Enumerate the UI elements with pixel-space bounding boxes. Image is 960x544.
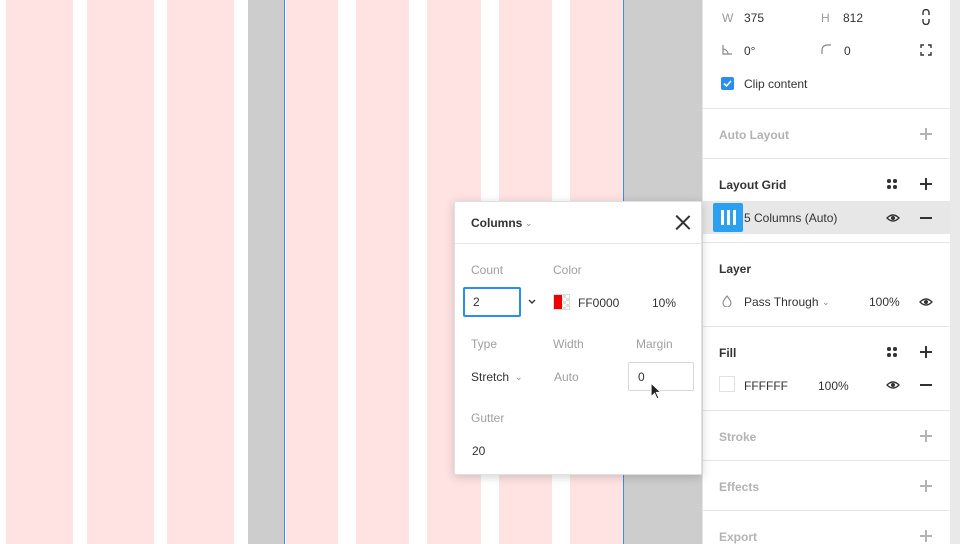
- fill-opacity-input[interactable]: 100%: [818, 379, 849, 393]
- remove-fill-minus-icon[interactable]: [920, 384, 932, 386]
- add-layout-grid-plus-icon[interactable]: [920, 178, 932, 190]
- corner-radius-icon: [821, 44, 831, 54]
- blend-mode-select[interactable]: Pass Through: [744, 295, 819, 309]
- independent-corners-icon[interactable]: [920, 44, 932, 56]
- width-label: Width: [553, 337, 584, 351]
- stroke-section: Stroke: [703, 411, 951, 461]
- count-input[interactable]: [463, 287, 521, 317]
- width-input[interactable]: 375: [744, 11, 764, 25]
- blend-mode-chevron-down-icon[interactable]: ⌄: [822, 297, 830, 308]
- grid-settings-popup: Columns ⌄ Count Color FF0000 10% Type Wi…: [454, 201, 702, 475]
- width-input[interactable]: Auto: [554, 370, 579, 384]
- fill-visibility-eye-icon[interactable]: [886, 380, 900, 390]
- fill-color-swatch[interactable]: [719, 376, 735, 392]
- layout-grid-title: Layout Grid: [719, 178, 787, 192]
- auto-layout-section: Auto Layout: [703, 109, 951, 159]
- corner-radius-input[interactable]: 0: [844, 44, 851, 58]
- add-auto-layout-plus-icon[interactable]: [920, 128, 932, 140]
- gutter-label: Gutter: [471, 411, 505, 425]
- effects-title: Effects: [719, 480, 760, 494]
- fill-title: Fill: [719, 346, 737, 360]
- clip-content-checkbox[interactable]: [721, 77, 734, 90]
- grid-color-hex-input[interactable]: FF0000: [578, 296, 619, 310]
- layer-title: Layer: [719, 262, 752, 276]
- pointer-cursor-icon: [650, 382, 663, 400]
- height-label: H: [821, 11, 830, 25]
- close-icon[interactable]: [675, 215, 691, 231]
- fill-hex-input[interactable]: FFFFFF: [744, 379, 788, 393]
- link-proportions-icon[interactable]: [921, 9, 931, 25]
- grid-color-opacity-input[interactable]: 10%: [652, 296, 676, 310]
- layer-section: Layer Pass Through ⌄ 100%: [703, 243, 951, 327]
- layer-opacity-input[interactable]: 100%: [869, 295, 900, 309]
- layout-grid-columns-icon[interactable]: [713, 203, 743, 232]
- layer-visibility-eye-icon[interactable]: [919, 297, 933, 307]
- type-select[interactable]: Stretch: [471, 370, 509, 384]
- grid-color-swatch[interactable]: [553, 294, 570, 310]
- frame-section: W 375 H 812 0° 0 Clip content: [703, 0, 951, 109]
- popup-header: Columns ⌄: [455, 202, 701, 244]
- height-input[interactable]: 812: [843, 11, 863, 25]
- type-chevron-down-icon[interactable]: ⌄: [515, 372, 523, 383]
- layout-grid-visibility-eye-icon[interactable]: [886, 213, 900, 223]
- type-label: Type: [471, 337, 498, 351]
- rotation-icon: [722, 45, 732, 55]
- grid-styles-dots-icon[interactable]: [887, 179, 899, 191]
- grid-type-select[interactable]: Columns: [471, 216, 522, 230]
- properties-panel: W 375 H 812 0° 0 Clip content Auto Layou…: [702, 0, 951, 544]
- export-section: Export: [703, 511, 951, 544]
- blend-mode-drop-icon: [722, 295, 732, 307]
- grid-column: [87, 0, 154, 544]
- fill-styles-dots-icon[interactable]: [887, 347, 899, 359]
- add-export-plus-icon[interactable]: [920, 530, 932, 542]
- add-effect-plus-icon[interactable]: [920, 480, 932, 492]
- panel-scrollbar-track[interactable]: [950, 0, 960, 544]
- checkbox-checked-icon: [723, 80, 732, 88]
- grid-type-chevron-down-icon[interactable]: ⌄: [525, 218, 533, 229]
- margin-label: Margin: [636, 337, 673, 351]
- fill-section: Fill FFFFFF 100%: [703, 327, 951, 411]
- add-stroke-plus-icon[interactable]: [920, 430, 932, 442]
- effects-section: Effects: [703, 461, 951, 511]
- gutter-input[interactable]: 20: [472, 444, 485, 458]
- stroke-title: Stroke: [719, 430, 757, 444]
- color-label: Color: [553, 263, 582, 277]
- layout-grid-item-label[interactable]: 5 Columns (Auto): [744, 211, 837, 225]
- frame-edge-left: [284, 0, 285, 544]
- auto-layout-title: Auto Layout: [719, 128, 789, 142]
- rotation-input[interactable]: 0°: [744, 44, 755, 58]
- width-label: W: [722, 11, 734, 25]
- export-title: Export: [719, 530, 758, 544]
- clip-content-label: Clip content: [744, 77, 808, 91]
- add-fill-plus-icon[interactable]: [920, 346, 932, 358]
- grid-column: [6, 0, 73, 544]
- canvas-background: [248, 0, 285, 544]
- remove-layout-grid-minus-icon[interactable]: [920, 217, 932, 219]
- grid-column: [356, 0, 409, 544]
- count-label: Count: [471, 263, 504, 277]
- grid-column: [167, 0, 234, 544]
- count-chevron-down-icon[interactable]: [527, 298, 537, 305]
- grid-column: [286, 0, 338, 544]
